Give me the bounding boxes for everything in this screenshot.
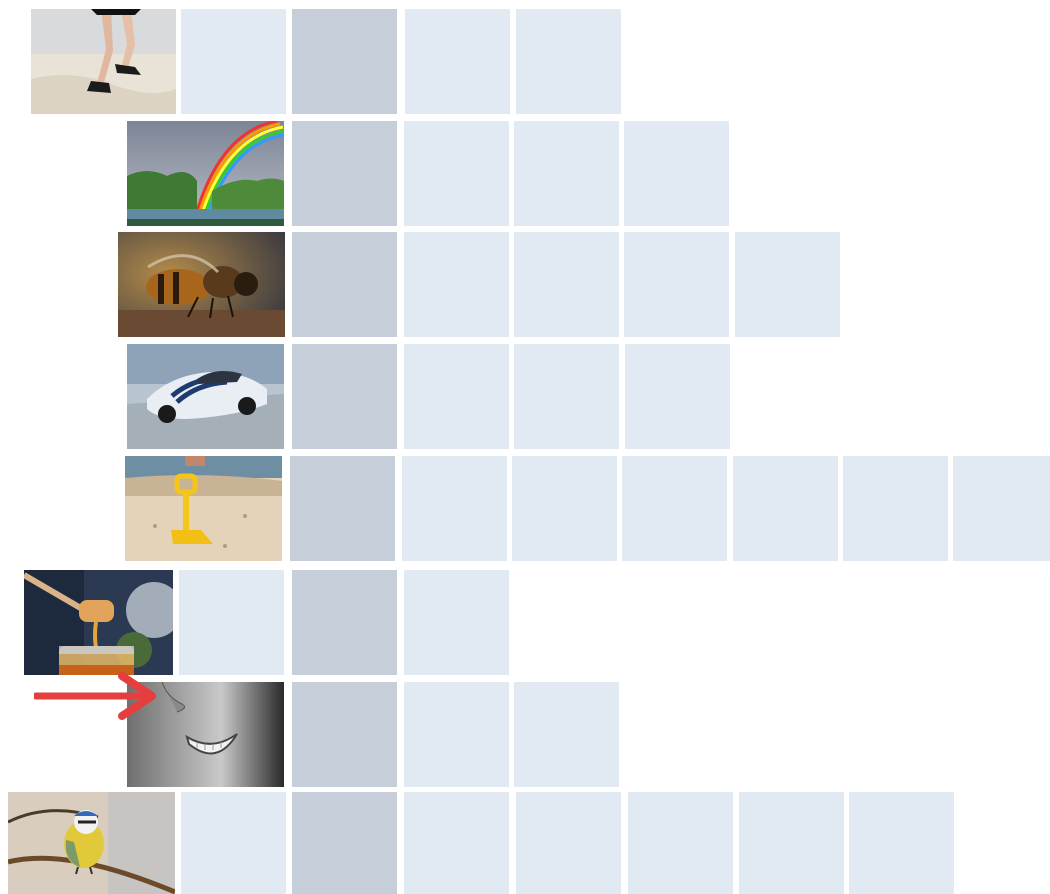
row-5-cell-4[interactable] xyxy=(622,456,727,561)
row-8-cell-3[interactable] xyxy=(404,792,509,894)
row-5-cell-3[interactable] xyxy=(512,456,617,561)
row-4-cell-1[interactable] xyxy=(292,344,397,449)
row-1-cell-1[interactable] xyxy=(181,9,286,114)
row-5-cell-7[interactable] xyxy=(953,456,1050,561)
row-1-cell-2[interactable] xyxy=(292,9,397,114)
row-6-cell-3[interactable] xyxy=(404,570,509,675)
row-6-cell-2[interactable] xyxy=(292,570,397,675)
row-3-cell-1[interactable] xyxy=(292,232,397,337)
row-7-cell-3[interactable] xyxy=(514,682,619,787)
row-2-cell-4[interactable] xyxy=(624,121,729,226)
row-7-cell-2[interactable] xyxy=(404,682,509,787)
row-3-image-bee[interactable] xyxy=(118,232,285,337)
row-3-cell-5[interactable] xyxy=(735,232,840,337)
row-2-cell-1[interactable] xyxy=(292,121,397,226)
row-1-image-running-legs[interactable] xyxy=(31,9,176,114)
row-5-cell-5[interactable] xyxy=(733,456,838,561)
row-8-cell-2[interactable] xyxy=(292,792,397,894)
row-8-cell-1[interactable] xyxy=(181,792,286,894)
row-8-cell-6[interactable] xyxy=(739,792,844,894)
row-1-cell-4[interactable] xyxy=(516,9,621,114)
row-6-image-honey[interactable] xyxy=(24,570,173,675)
row-4-cell-4[interactable] xyxy=(625,344,730,449)
row-5-cell-2[interactable] xyxy=(402,456,507,561)
row-8-cell-7[interactable] xyxy=(849,792,954,894)
row-4-image-sports-car[interactable] xyxy=(127,344,284,449)
row-5-cell-1[interactable] xyxy=(290,456,395,561)
row-8-cell-5[interactable] xyxy=(628,792,733,894)
row-4-cell-2[interactable] xyxy=(404,344,509,449)
row-8-cell-4[interactable] xyxy=(516,792,621,894)
row-6-cell-1[interactable] xyxy=(179,570,284,675)
row-8-image-blue-tit[interactable] xyxy=(8,792,175,894)
row-2-image-rainbow[interactable] xyxy=(127,121,284,226)
row-2-cell-3[interactable] xyxy=(514,121,619,226)
row-1-cell-3[interactable] xyxy=(405,9,510,114)
row-2-cell-2[interactable] xyxy=(404,121,509,226)
row-5-image-toy-shovel[interactable] xyxy=(125,456,282,561)
right-arrow-icon xyxy=(34,672,156,720)
row-7-cell-1[interactable] xyxy=(292,682,397,787)
row-3-cell-3[interactable] xyxy=(514,232,619,337)
row-4-cell-3[interactable] xyxy=(514,344,619,449)
row-5-cell-6[interactable] xyxy=(843,456,948,561)
row-3-cell-2[interactable] xyxy=(404,232,509,337)
row-3-cell-4[interactable] xyxy=(624,232,729,337)
